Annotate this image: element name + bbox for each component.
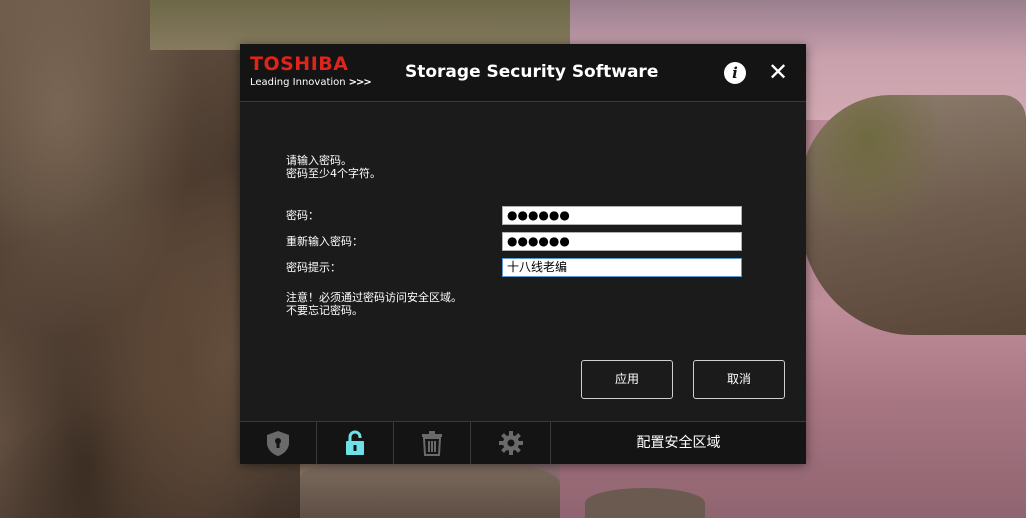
brand-name: TOSHIBA [250,53,349,75]
wallpaper-cliff-top [150,0,570,50]
info-icon[interactable]: i [724,62,746,84]
tool-settings[interactable] [471,422,551,464]
warning-line-2: 不要忘记密码。 [286,304,363,317]
toshiba-logo: TOSHIBA Leading Innovation >>> [250,53,372,89]
wallpaper-rock-small [585,488,705,518]
tool-trash[interactable] [394,422,471,464]
instruction-text: 请输入密码。 密码至少4个字符。 [286,154,381,180]
warning-text: 注意！必须通过密码访问安全区域。 不要忘记密码。 [286,291,462,317]
window-title: Storage Security Software [405,62,659,82]
tool-shield[interactable] [240,422,317,464]
apply-button[interactable]: 应用 [581,360,673,399]
gear-icon [498,431,523,455]
brand-tagline: Leading Innovation >>> [250,77,372,89]
instruction-line-1: 请输入密码。 [286,154,352,167]
password-hint-label: 密码提示： [286,261,341,274]
instruction-line-2: 密码至少4个字符。 [286,167,381,180]
toolbar-section-label: 配置安全区域 [636,435,721,451]
wallpaper-rock [300,460,560,518]
confirm-password-field[interactable]: ●●●●●● [502,232,742,251]
wallpaper-cliff-right [800,95,1026,335]
password-hint-field[interactable]: 十八线老编 [502,258,742,277]
password-field[interactable]: ●●●●●● [502,206,742,225]
storage-security-dialog: TOSHIBA Leading Innovation >>> Storage Se… [240,44,806,464]
tagline-arrows: >>> [348,77,372,88]
password-label: 密码： [286,209,319,222]
title-bar: TOSHIBA Leading Innovation >>> Storage Se… [240,44,806,102]
trash-icon [422,431,442,456]
tool-lock[interactable] [317,422,394,464]
bottom-toolbar: 配置安全区域 [240,421,806,464]
shield-keyhole-icon [267,431,289,456]
tagline-text: Leading Innovation [250,77,346,88]
close-icon[interactable]: ✕ [767,60,789,84]
confirm-password-label: 重新输入密码： [286,235,363,248]
unlock-icon [346,430,364,455]
cancel-button[interactable]: 取消 [693,360,785,399]
warning-line-1: 注意！必须通过密码访问安全区域。 [286,291,462,304]
